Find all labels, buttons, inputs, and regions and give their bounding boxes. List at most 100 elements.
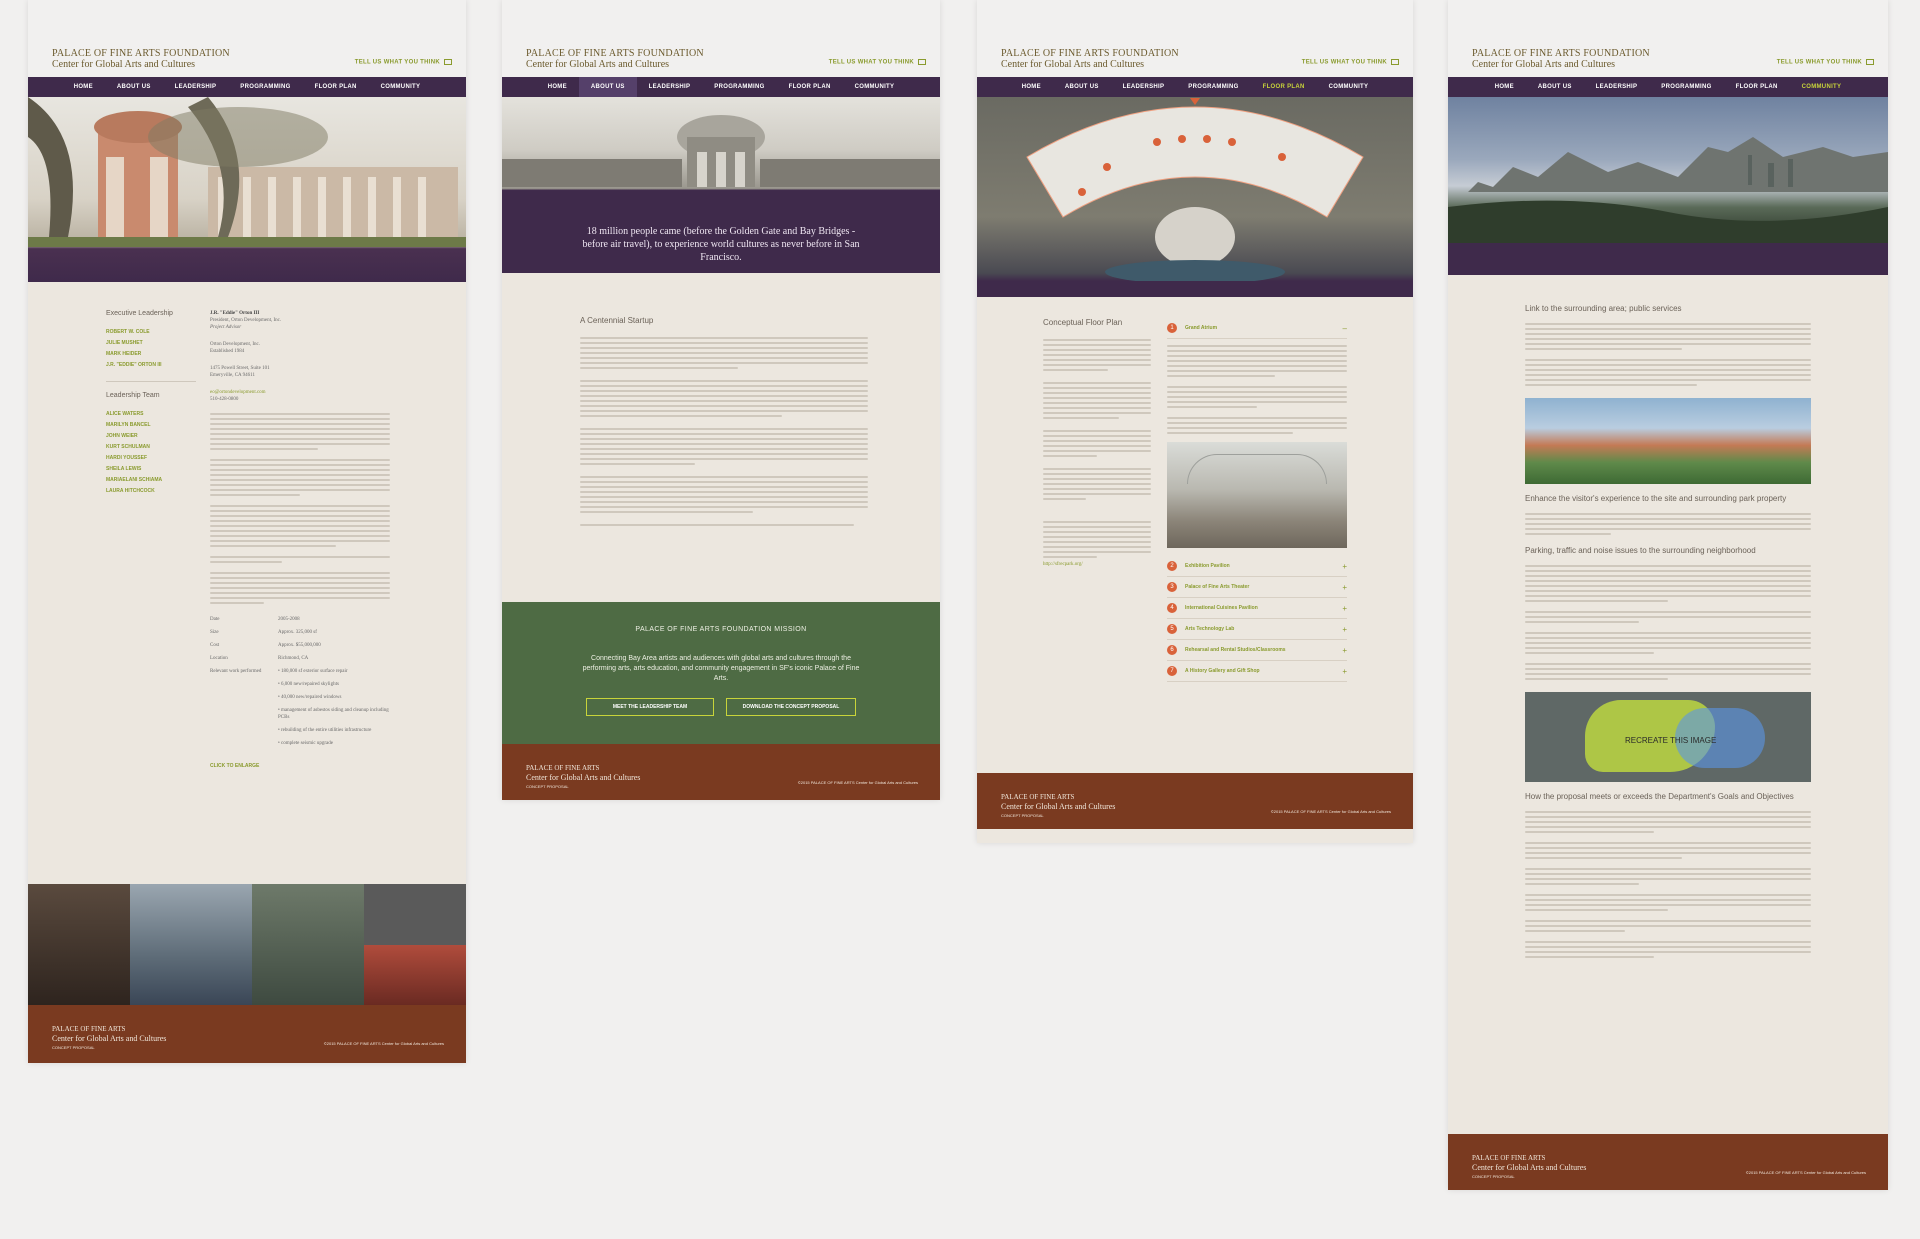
nav-about[interactable]: ABOUT US xyxy=(1053,77,1111,97)
nav-floor-plan[interactable]: FLOOR PLAN xyxy=(303,77,369,97)
envelope-icon xyxy=(918,59,926,65)
nav-home[interactable]: HOME xyxy=(1483,77,1526,97)
nav-home[interactable]: HOME xyxy=(62,77,105,97)
footer-brand[interactable]: PALACE OF FINE ARTS Center for Global Ar… xyxy=(52,1025,166,1052)
nav-leadership[interactable]: LEADERSHIP xyxy=(1111,77,1177,97)
nav-about[interactable]: ABOUT US xyxy=(578,77,637,97)
nav-leadership[interactable]: LEADERSHIP xyxy=(163,77,229,97)
executive-leadership-sidebar: Executive Leadership ROBERT W. COLE JULI… xyxy=(106,310,196,497)
envelope-icon xyxy=(1391,59,1399,65)
plus-icon: + xyxy=(1342,603,1347,613)
main-nav: HOME ABOUT US LEADERSHIP PROGRAMMING FLO… xyxy=(28,77,466,97)
page-community: PALACE OF FINE ARTS FOUNDATION Center fo… xyxy=(1448,0,1888,1190)
sfrecpark-link[interactable]: http://sfrecpark.org/ xyxy=(1043,561,1151,568)
nav-floor-plan[interactable]: FLOOR PLAN xyxy=(777,77,843,97)
historic-palace-illustration xyxy=(502,115,940,187)
nav-floor-plan[interactable]: FLOOR PLAN xyxy=(1251,77,1317,97)
nav-floor-plan[interactable]: FLOOR PLAN xyxy=(1724,77,1790,97)
minus-icon: – xyxy=(1342,323,1347,333)
brand-logo[interactable]: PALACE OF FINE ARTS FOUNDATION Center fo… xyxy=(52,48,230,70)
hero-city-skyline xyxy=(1448,97,1888,275)
nav-community[interactable]: COMMUNITY xyxy=(843,77,907,97)
community-content: Link to the surrounding area; public ser… xyxy=(1525,304,1811,961)
header: PALACE OF FINE ARTS FOUNDATION Center fo… xyxy=(977,0,1413,77)
tell-us-link[interactable]: TELL US WHAT YOU THINK xyxy=(355,59,452,66)
page-about: PALACE OF FINE ARTS FOUNDATION Center fo… xyxy=(502,0,940,800)
nav-programming[interactable]: PROGRAMMING xyxy=(1176,77,1250,97)
team-link-6[interactable]: MARIAELANI SCHIAMA xyxy=(106,475,196,486)
photo-1 xyxy=(28,884,130,1005)
accordion-item-6[interactable]: 6 Rehearsal and Rental Studios/Classroom… xyxy=(1167,640,1347,661)
nav-community[interactable]: COMMUNITY xyxy=(369,77,433,97)
footer: PALACE OF FINE ARTS Center for Global Ar… xyxy=(502,744,940,800)
grand-atrium-text xyxy=(1167,339,1347,434)
header: PALACE OF FINE ARTS FOUNDATION Center fo… xyxy=(502,0,940,77)
nav-leadership[interactable]: LEADERSHIP xyxy=(637,77,703,97)
download-proposal-button[interactable]: DOWNLOAD THE CONCEPT PROPOSAL xyxy=(726,698,856,716)
exec-link-0[interactable]: ROBERT W. COLE xyxy=(106,327,196,338)
envelope-icon xyxy=(444,59,452,65)
accordion-item-2[interactable]: 2 Exhibition Pavilion + xyxy=(1167,556,1347,577)
nav-programming[interactable]: PROGRAMMING xyxy=(1649,77,1723,97)
hero-aerial-floor-plan[interactable] xyxy=(977,97,1413,297)
plus-icon: + xyxy=(1342,561,1347,571)
nav-about[interactable]: ABOUT US xyxy=(105,77,163,97)
plus-icon: + xyxy=(1342,624,1347,634)
envelope-icon xyxy=(1866,59,1874,65)
team-link-3[interactable]: KURT SCHULMAN xyxy=(106,442,196,453)
team-link-5[interactable]: SHEILA LEWIS xyxy=(106,464,196,475)
mission-section: PALACE OF FINE ARTS FOUNDATION MISSION C… xyxy=(502,602,940,744)
team-link-1[interactable]: MARILYN BANCEL xyxy=(106,420,196,431)
nav-programming[interactable]: PROGRAMMING xyxy=(228,77,302,97)
plus-icon: + xyxy=(1342,582,1347,592)
nav-leadership[interactable]: LEADERSHIP xyxy=(1584,77,1650,97)
hero-quote: 18 million people came (before the Golde… xyxy=(582,226,860,263)
team-link-2[interactable]: JOHN WEIER xyxy=(106,431,196,442)
main-nav: HOME ABOUT US LEADERSHIP PROGRAMMING FLO… xyxy=(977,77,1413,97)
click-to-enlarge-link[interactable]: CLICK TO ENLARGE xyxy=(210,761,396,772)
neighborhood-map[interactable]: RECREATE THIS IMAGE xyxy=(1525,692,1811,782)
nav-about[interactable]: ABOUT US xyxy=(1526,77,1584,97)
floor-plan-accordion: 1 Grand Atrium – 2 Exhibition Pavilion +… xyxy=(1167,318,1347,682)
hero-image-rotunda xyxy=(28,97,466,282)
footer-brand[interactable]: PALACE OF FINE ARTS Center for Global Ar… xyxy=(526,764,640,791)
team-link-7[interactable]: LAURA HITCHCOCK xyxy=(106,486,196,497)
accordion-item-7[interactable]: 7 A History Gallery and Gift Shop + xyxy=(1167,661,1347,682)
tell-us-link[interactable]: TELL US WHAT YOU THINK xyxy=(1302,59,1399,66)
brand-logo[interactable]: PALACE OF FINE ARTS FOUNDATION Center fo… xyxy=(1001,48,1179,70)
footer-brand[interactable]: PALACE OF FINE ARTS Center for Global Ar… xyxy=(1001,793,1115,820)
accordion-item-4[interactable]: 4 International Cuisines Pavilion + xyxy=(1167,598,1347,619)
accordion-item-3[interactable]: 3 Palace of Fine Arts Theater + xyxy=(1167,577,1347,598)
meet-leadership-button[interactable]: MEET THE LEADERSHIP TEAM xyxy=(586,698,714,716)
header: PALACE OF FINE ARTS FOUNDATION Center fo… xyxy=(1448,0,1888,77)
team-link-0[interactable]: ALICE WATERS xyxy=(106,409,196,420)
photo-2 xyxy=(129,884,253,1005)
tell-us-link[interactable]: TELL US WHAT YOU THINK xyxy=(829,59,926,66)
nav-programming[interactable]: PROGRAMMING xyxy=(702,77,776,97)
palace-park-photo[interactable] xyxy=(1525,398,1811,484)
nav-home[interactable]: HOME xyxy=(536,77,579,97)
tell-us-link[interactable]: TELL US WHAT YOU THINK xyxy=(1777,59,1874,66)
footer-brand[interactable]: PALACE OF FINE ARTS Center for Global Ar… xyxy=(1472,1154,1586,1181)
exec-link-2[interactable]: MARK HEIDER xyxy=(106,349,196,360)
accordion-item-1[interactable]: 1 Grand Atrium – xyxy=(1167,318,1347,339)
page-leadership: PALACE OF FINE ARTS FOUNDATION Center fo… xyxy=(28,0,466,1063)
project-photo-collage[interactable] xyxy=(28,884,466,1005)
nav-home[interactable]: HOME xyxy=(1010,77,1053,97)
exec-link-3[interactable]: J.R. "EDDIE" ORTON III xyxy=(106,360,196,371)
footer: PALACE OF FINE ARTS Center for Global Ar… xyxy=(977,773,1413,829)
nav-community[interactable]: COMMUNITY xyxy=(1790,77,1854,97)
nav-community[interactable]: COMMUNITY xyxy=(1317,77,1381,97)
main-nav: HOME ABOUT US LEADERSHIP PROGRAMMING FLO… xyxy=(502,77,940,97)
page-floor-plan: PALACE OF FINE ARTS FOUNDATION Center fo… xyxy=(977,0,1413,843)
hero-historic-photo: 18 million people came (before the Golde… xyxy=(502,97,940,273)
team-link-4[interactable]: HARDI YOUSSEF xyxy=(106,453,196,464)
accordion-item-5[interactable]: 5 Arts Technology Lab + xyxy=(1167,619,1347,640)
brand-logo[interactable]: PALACE OF FINE ARTS FOUNDATION Center fo… xyxy=(526,48,704,70)
brand-logo[interactable]: PALACE OF FINE ARTS FOUNDATION Center fo… xyxy=(1472,48,1650,70)
email-link[interactable]: eo@ortondevelopment.com xyxy=(210,389,396,396)
atrium-rendering[interactable] xyxy=(1167,442,1347,548)
photo-5 xyxy=(364,944,466,1005)
exec-link-1[interactable]: JULIE MUSHET xyxy=(106,338,196,349)
aerial-floor-plan-illustration xyxy=(1026,98,1364,284)
